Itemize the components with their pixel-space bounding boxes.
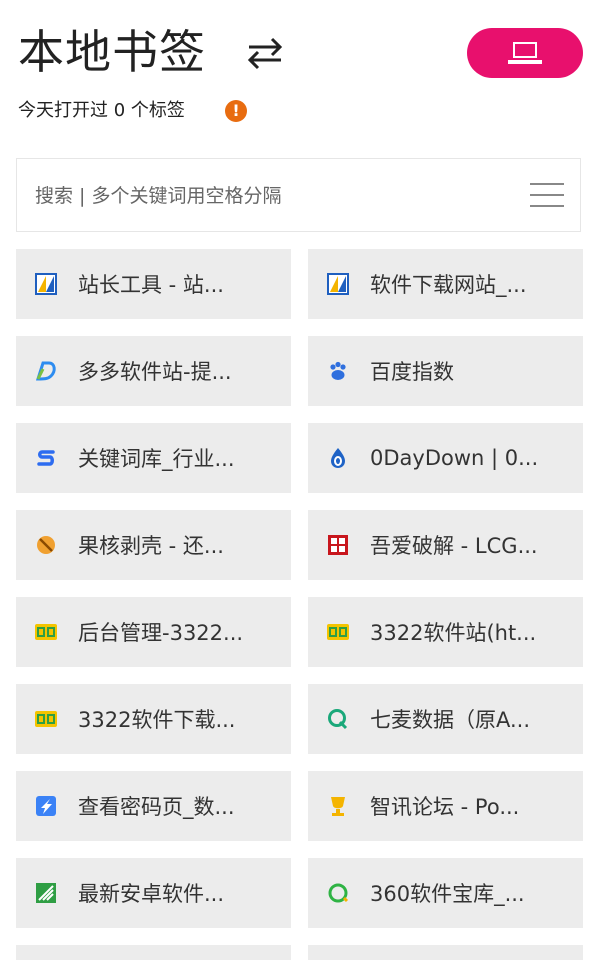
bookmark-label: 3322软件站(ht... (370, 621, 537, 645)
baidu-paw-icon (326, 359, 350, 383)
bookmark-grid: 站长工具 - 站... 软件下载网站_... 多多软件站-提... 百度指数 关… (16, 249, 583, 960)
header: 本地书签 今天打开过 0 个标签 ! (0, 0, 600, 150)
send-icon (34, 794, 58, 818)
menu-icon[interactable] (530, 183, 564, 209)
bookmark-item[interactable] (308, 945, 583, 960)
bookmark-label: 吾爱破解 - LCG... (370, 534, 538, 558)
bookmark-label: 百度指数 (370, 360, 454, 384)
3322-icon (34, 707, 58, 731)
bookmark-item[interactable]: 软件下载网站_... (308, 249, 583, 319)
bookmark-item[interactable]: 百度指数 (308, 336, 583, 406)
bookmark-label: 关键词库_行业... (78, 447, 235, 471)
search-bar (16, 158, 581, 233)
bookmark-item[interactable]: 后台管理-3322... (16, 597, 291, 667)
android-icon (34, 881, 58, 905)
bookmark-label: 0DayDown | 0... (370, 446, 539, 470)
bookmark-label: 360软件宝库_... (370, 882, 525, 906)
bookmark-item[interactable]: 查看密码页_数... (16, 771, 291, 841)
laptop-icon (508, 42, 542, 64)
trophy-icon (326, 794, 350, 818)
bookmark-item[interactable]: 3322软件站(ht... (308, 597, 583, 667)
3322-icon (326, 620, 350, 644)
warning-icon[interactable]: ! (225, 100, 247, 122)
bookmark-label: 查看密码页_数... (78, 795, 235, 819)
bookmark-item[interactable]: 智讯论坛 - Po... (308, 771, 583, 841)
chinaz-icon (326, 272, 350, 296)
bookmarks-page: 本地书签 今天打开过 0 个标签 ! 搜索 | 多个关键词用空格分隔 站长工具 … (0, 0, 600, 960)
q-icon (326, 707, 350, 731)
drop-icon (326, 446, 350, 470)
3322-icon (34, 620, 58, 644)
bookmark-item[interactable]: 站长工具 - 站... (16, 249, 291, 319)
360-icon (326, 881, 350, 905)
bookmark-label: 智讯论坛 - Po... (370, 795, 520, 819)
swap-icon[interactable] (245, 33, 285, 73)
chinaz-icon (34, 272, 58, 296)
bookmark-item[interactable]: 多多软件站-提... (16, 336, 291, 406)
bookmark-label: 最新安卓软件... (78, 882, 225, 906)
bookmark-label: 七麦数据（原A... (370, 708, 531, 732)
bookmark-item[interactable]: 0DayDown | 0... (308, 423, 583, 493)
bookmark-item[interactable]: 关键词库_行业... (16, 423, 291, 493)
bookmark-label: 多多软件站-提... (78, 360, 232, 384)
bookmark-item[interactable]: 3322软件下载... (16, 684, 291, 754)
bookmark-item[interactable]: 最新安卓软件... (16, 858, 291, 928)
search-input[interactable] (33, 159, 507, 233)
bookmark-item[interactable] (16, 945, 291, 960)
page-title: 本地书签 (18, 25, 206, 79)
bookmark-item[interactable]: 果核剥壳 - 还... (16, 510, 291, 580)
bookmark-item[interactable]: 360软件宝库_... (308, 858, 583, 928)
duote-icon (34, 359, 58, 383)
bookmark-label: 软件下载网站_... (370, 273, 527, 297)
device-toggle-button[interactable] (467, 28, 583, 78)
bookmark-label: 果核剥壳 - 还... (78, 534, 224, 558)
nocircle-icon (34, 533, 58, 557)
52pojie-icon (326, 533, 350, 557)
s-logo-icon (34, 446, 58, 470)
bookmark-label: 3322软件下载... (78, 708, 236, 732)
bookmark-item[interactable]: 七麦数据（原A... (308, 684, 583, 754)
bookmark-label: 站长工具 - 站... (78, 273, 224, 297)
bookmark-label: 后台管理-3322... (78, 621, 244, 645)
opened-today-count: 今天打开过 0 个标签 (18, 100, 185, 121)
bookmark-item[interactable]: 吾爱破解 - LCG... (308, 510, 583, 580)
